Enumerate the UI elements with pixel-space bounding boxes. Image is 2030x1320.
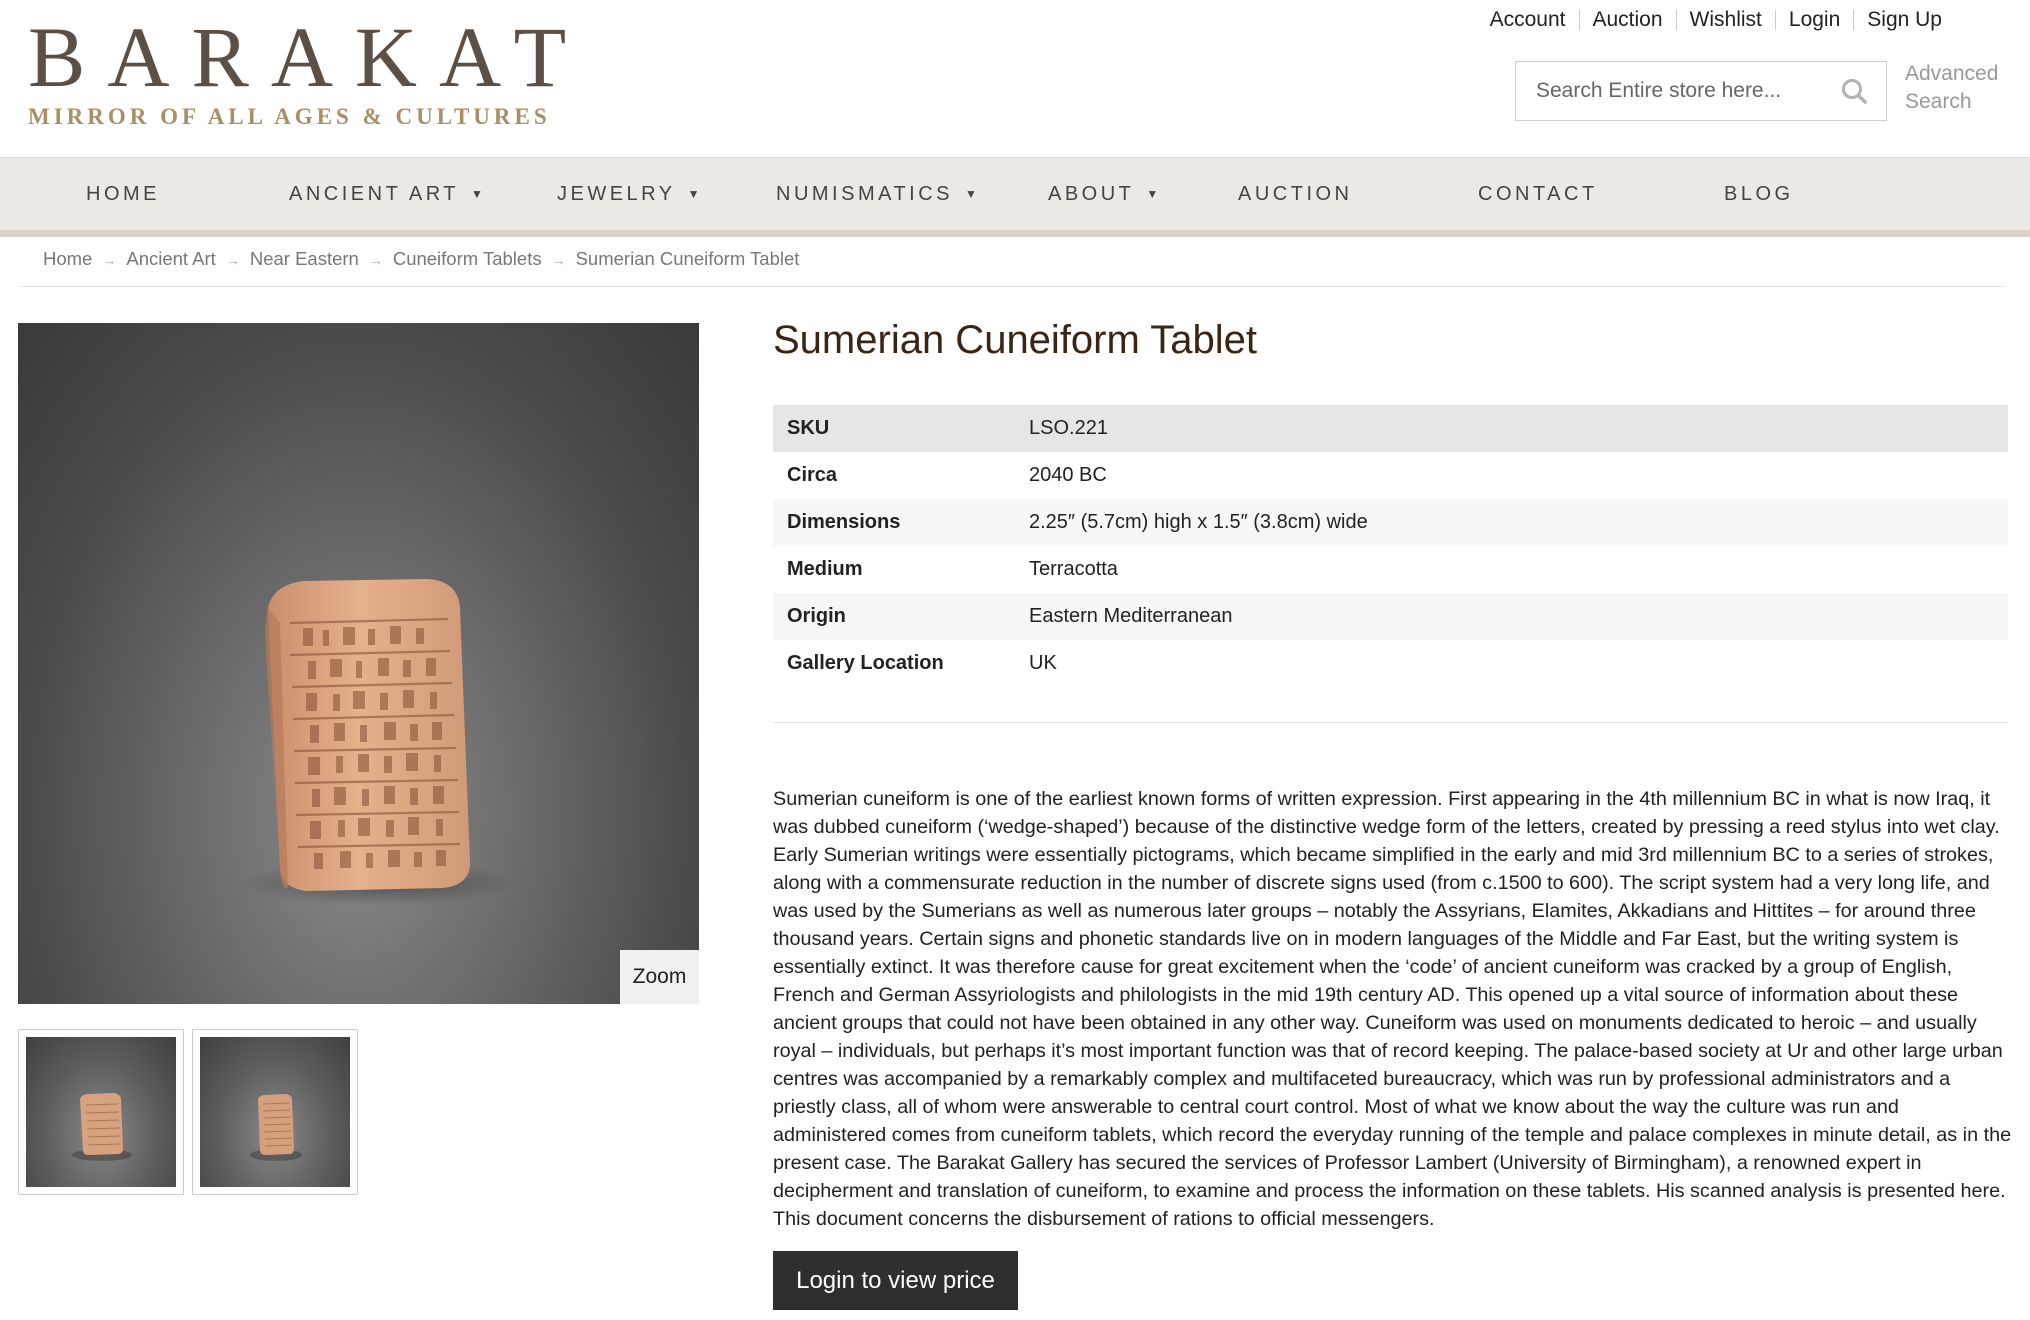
product-main-image[interactable]: Zoom xyxy=(18,323,699,1004)
caret-down-icon: ▼ xyxy=(1146,187,1159,201)
attribute-value: UK xyxy=(1029,652,1057,674)
section-divider xyxy=(773,722,2008,723)
arrow-right-icon: → xyxy=(551,252,566,268)
nav-label: ANCIENT ART xyxy=(289,182,460,205)
search-input[interactable] xyxy=(1516,78,1838,104)
tablet-thumbnail-icon xyxy=(250,1094,302,1161)
link-divider xyxy=(1774,10,1776,30)
logo-tagline: MIRROR OF ALL AGES & CULTURES xyxy=(28,104,551,129)
attribute-key: Circa xyxy=(787,464,838,486)
attribute-key: SKU xyxy=(773,405,1015,452)
product-attributes-table: SKU LSO.221 Circa 2040 BC Dimensions 2.2… xyxy=(773,405,2008,687)
product-description: Sumerian cuneiform is one of the earlies… xyxy=(773,788,2012,1230)
arrow-right-icon: → xyxy=(368,252,383,268)
cuneiform-tablet-image xyxy=(238,579,518,905)
attribute-value: Terracotta xyxy=(1029,558,1118,580)
wishlist-link[interactable]: Wishlist xyxy=(1690,8,1762,32)
table-row: Medium Terracotta xyxy=(773,546,2008,593)
nav-blog[interactable]: BLOG xyxy=(1724,158,1794,230)
attribute-value: 2040 BC xyxy=(1029,464,1107,486)
arrow-right-icon: → xyxy=(225,252,240,268)
login-link[interactable]: Login xyxy=(1789,8,1840,32)
search-icon[interactable] xyxy=(1840,77,1868,105)
nav-label: CONTACT xyxy=(1478,182,1598,205)
nav-label: AUCTION xyxy=(1238,182,1353,205)
table-row: Circa 2040 BC xyxy=(773,452,2008,499)
nav-numismatics[interactable]: NUMISMATICS ▼ xyxy=(776,158,977,230)
nav-label: ABOUT xyxy=(1048,182,1135,205)
thumbnail-1[interactable] xyxy=(18,1029,184,1195)
product-title: Sumerian Cuneiform Tablet xyxy=(773,318,1257,362)
account-link[interactable]: Account xyxy=(1490,8,1566,32)
nav-auction[interactable]: AUCTION xyxy=(1238,158,1353,230)
caret-down-icon: ▼ xyxy=(471,187,483,201)
nav-label: JEWELRY xyxy=(557,182,676,205)
link-divider xyxy=(1675,10,1677,30)
search-box xyxy=(1515,61,1887,121)
breadcrumb-current: Sumerian Cuneiform Tablet xyxy=(575,248,800,269)
breadcrumb-near-eastern[interactable]: Near Eastern xyxy=(250,247,359,271)
attribute-key: Medium xyxy=(787,558,863,580)
login-to-view-price-button[interactable]: Login to view price xyxy=(773,1251,1018,1310)
link-divider xyxy=(1578,10,1580,30)
nav-label: BLOG xyxy=(1724,182,1794,205)
advanced-search-line2: Search xyxy=(1905,90,1972,113)
caret-down-icon: ▼ xyxy=(687,187,700,201)
table-row: SKU LSO.221 xyxy=(773,405,2008,452)
thumbnail-image xyxy=(200,1037,350,1187)
thumbnail-2[interactable] xyxy=(192,1029,358,1195)
attribute-key: Gallery Location xyxy=(787,652,944,674)
breadcrumb-cuneiform-tablets[interactable]: Cuneiform Tablets xyxy=(393,247,542,271)
signup-link[interactable]: Sign Up xyxy=(1867,8,1942,32)
advanced-search-line1: Advanced xyxy=(1905,62,1999,85)
thumbnail-image xyxy=(26,1037,176,1187)
attribute-value: 2.25″ (5.7cm) high x 1.5″ (3.8cm) wide xyxy=(1015,499,2008,546)
account-links: Account Auction Wishlist Login Sign Up xyxy=(1490,8,1942,32)
auction-link[interactable]: Auction xyxy=(1593,8,1663,32)
main-navigation: HOME ANCIENT ART ▼ JEWELRY ▼ NUMISMATICS… xyxy=(0,157,2030,237)
attribute-value: Eastern Mediterranean xyxy=(1015,593,2008,640)
site-logo[interactable]: BARAKAT MIRROR OF ALL AGES & CULTURES xyxy=(28,14,588,130)
nav-label: NUMISMATICS xyxy=(776,182,954,205)
tablet-thumbnail-icon xyxy=(72,1093,132,1161)
breadcrumb-home[interactable]: Home xyxy=(43,247,92,271)
table-row: Gallery Location UK xyxy=(773,640,2008,687)
attribute-key: Origin xyxy=(773,593,1015,640)
attribute-value: LSO.221 xyxy=(1015,405,2008,452)
arrow-right-icon: → xyxy=(102,252,117,268)
table-row: Origin Eastern Mediterranean xyxy=(773,593,2008,640)
nav-jewelry[interactable]: JEWELRY ▼ xyxy=(557,158,700,230)
nav-label: HOME xyxy=(86,182,160,205)
nav-ancient-art[interactable]: ANCIENT ART ▼ xyxy=(289,158,483,230)
zoom-button[interactable]: Zoom xyxy=(620,950,699,1004)
caret-down-icon: ▼ xyxy=(965,187,977,201)
advanced-search-link[interactable]: Advanced Search xyxy=(1905,60,2015,116)
table-row: Dimensions 2.25″ (5.7cm) high x 1.5″ (3.… xyxy=(773,499,2008,546)
breadcrumb: Home → Ancient Art → Near Eastern → Cune… xyxy=(20,247,2005,287)
nav-home[interactable]: HOME xyxy=(86,158,160,230)
link-divider xyxy=(1853,10,1855,30)
logo-wordmark: BARAKAT xyxy=(28,9,589,105)
breadcrumb-ancient-art[interactable]: Ancient Art xyxy=(126,247,215,271)
nav-about[interactable]: ABOUT ▼ xyxy=(1048,158,1158,230)
nav-contact[interactable]: CONTACT xyxy=(1478,158,1598,230)
attribute-key: Dimensions xyxy=(773,499,1015,546)
